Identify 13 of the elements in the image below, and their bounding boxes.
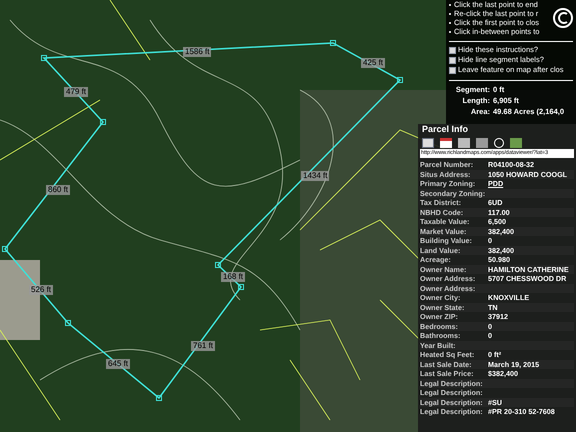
segment-length-label: 1434 ft bbox=[301, 171, 330, 181]
checkbox[interactable] bbox=[449, 66, 456, 74]
checkbox[interactable] bbox=[449, 46, 456, 54]
checkbox[interactable] bbox=[449, 56, 456, 64]
segment-length-label: 645 ft bbox=[106, 359, 130, 369]
segment-length-label: 1586 ft bbox=[183, 47, 212, 57]
segment-length-label: 860 ft bbox=[46, 185, 70, 195]
segment-length-label: 425 ft bbox=[361, 58, 386, 68]
segment-length-label: 526 ft bbox=[29, 285, 54, 295]
segment-length-label: 761 ft bbox=[191, 341, 216, 351]
panel-title: Parcel Info bbox=[421, 123, 470, 136]
segment-length-label: 168 ft bbox=[221, 272, 246, 282]
segment-length-label: 479 ft bbox=[64, 87, 88, 97]
